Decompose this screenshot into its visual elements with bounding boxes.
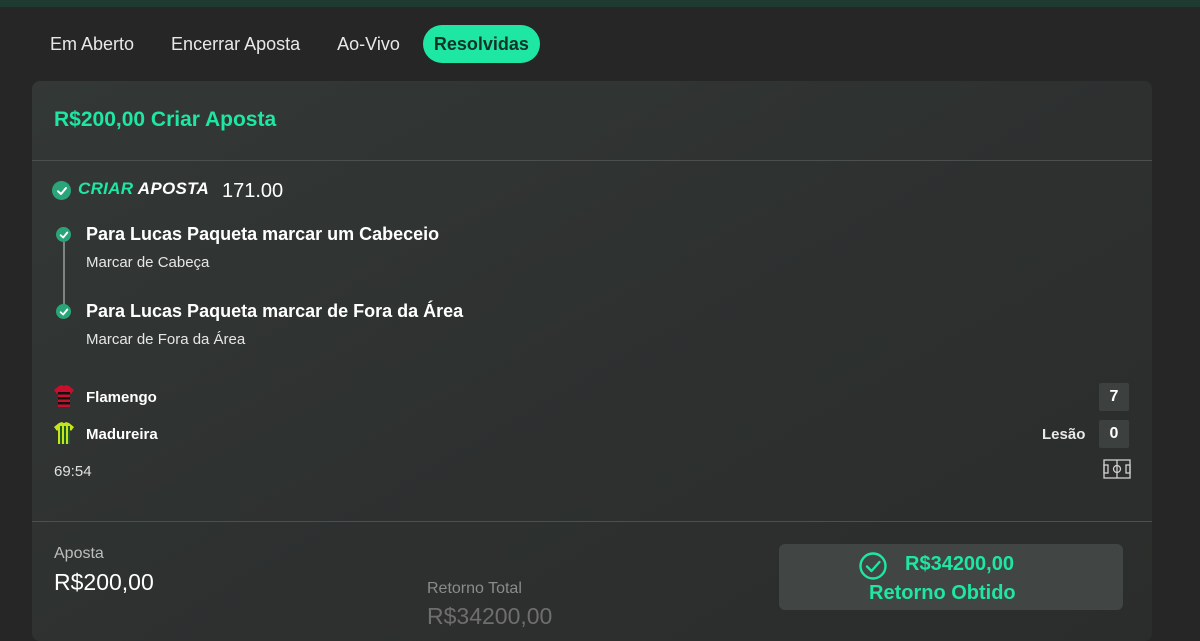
away-score: 0: [1099, 420, 1129, 448]
tab-resolvidas[interactable]: Resolvidas: [422, 25, 540, 63]
madureira-jersey-icon: [54, 422, 74, 444]
stake-value: R$200,00: [54, 569, 154, 595]
home-score: 7: [1099, 383, 1129, 411]
footer-divider: [32, 521, 1152, 522]
bet-title[interactable]: R$200,00 Criar Aposta: [54, 108, 276, 132]
away-team-name: Madureira: [86, 426, 158, 443]
tab-em-aberto[interactable]: Em Aberto: [36, 25, 148, 63]
check-circle-icon: [56, 227, 71, 242]
return-obtained-box: R$34200,00 Retorno Obtido: [779, 544, 1123, 610]
header-divider: [32, 160, 1152, 161]
pitch-icon[interactable]: [1103, 459, 1131, 479]
home-team-name: Flamengo: [86, 389, 157, 406]
top-strip: [0, 0, 1200, 7]
bet-odds: 171.00: [222, 180, 284, 202]
selection-title: Para Lucas Paqueta marcar um Cabeceio: [86, 224, 440, 244]
return-label: Retorno Total: [427, 580, 522, 597]
selection-subtitle: Marcar de Cabeça: [86, 254, 210, 271]
selection-title: Para Lucas Paqueta marcar de Fora da Áre…: [86, 301, 464, 321]
selection-connector: [63, 242, 65, 312]
tab-encerrar-aposta[interactable]: Encerrar Aposta: [157, 25, 314, 63]
criar-aposta-logo: CRIAR APOSTA: [78, 179, 210, 198]
selection-subtitle: Marcar de Fora da Área: [86, 331, 246, 348]
return-obtained-amount: R$34200,00: [905, 553, 1014, 575]
flamengo-jersey-icon: [54, 385, 74, 407]
check-circle-icon: [52, 181, 71, 200]
match-time: 69:54: [54, 463, 92, 480]
bet-tabs: Em Aberto Encerrar Aposta Ao-Vivo Resolv…: [36, 25, 549, 63]
check-circle-icon: [56, 304, 71, 319]
return-obtained-label: Retorno Obtido: [869, 582, 1016, 604]
stake-label: Aposta: [54, 545, 104, 562]
bet-card: R$200,00 Criar Aposta CRIAR APOSTA 171.0…: [32, 81, 1152, 641]
away-team-note: Lesão: [1042, 426, 1086, 443]
tab-ao-vivo[interactable]: Ao-Vivo: [323, 25, 414, 63]
return-value: R$34200,00: [427, 603, 553, 629]
check-outline-icon: [859, 552, 887, 580]
